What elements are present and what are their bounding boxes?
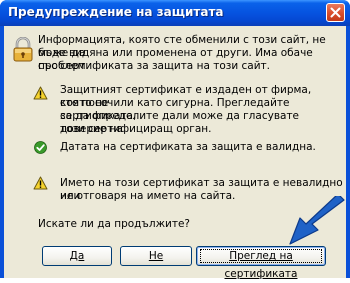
close-icon xyxy=(330,7,341,18)
warning-icon xyxy=(33,86,48,100)
item-1-line-4: този сертифициращ орган. xyxy=(60,123,212,135)
warning-icon xyxy=(33,176,48,190)
window-title: Предупреждение на защитата xyxy=(8,5,224,19)
focus-ring xyxy=(200,249,322,263)
pointer-arrow-icon xyxy=(289,196,345,245)
checkmark-icon xyxy=(34,141,47,154)
view-certificate-button[interactable]: Преглед на сертификата xyxy=(196,246,326,280)
item-3-line-2: не отговаря на името на сайта. xyxy=(60,190,236,202)
intro-line-3: със сертификата за защита на този сайт. xyxy=(38,60,270,72)
yes-button[interactable]: Да xyxy=(42,246,112,266)
lock-icon xyxy=(13,37,33,62)
title-bar[interactable]: Предупреждение на защитата xyxy=(0,0,350,26)
security-alert-window: Предупреждение на защитата Информацията,… xyxy=(0,0,350,280)
close-button[interactable] xyxy=(326,3,345,22)
no-button[interactable]: Не xyxy=(120,246,192,266)
question-text: Искате ли да продължите? xyxy=(38,218,190,230)
item-2-line-1: Датата на сертификата за защита е валидн… xyxy=(60,141,316,153)
